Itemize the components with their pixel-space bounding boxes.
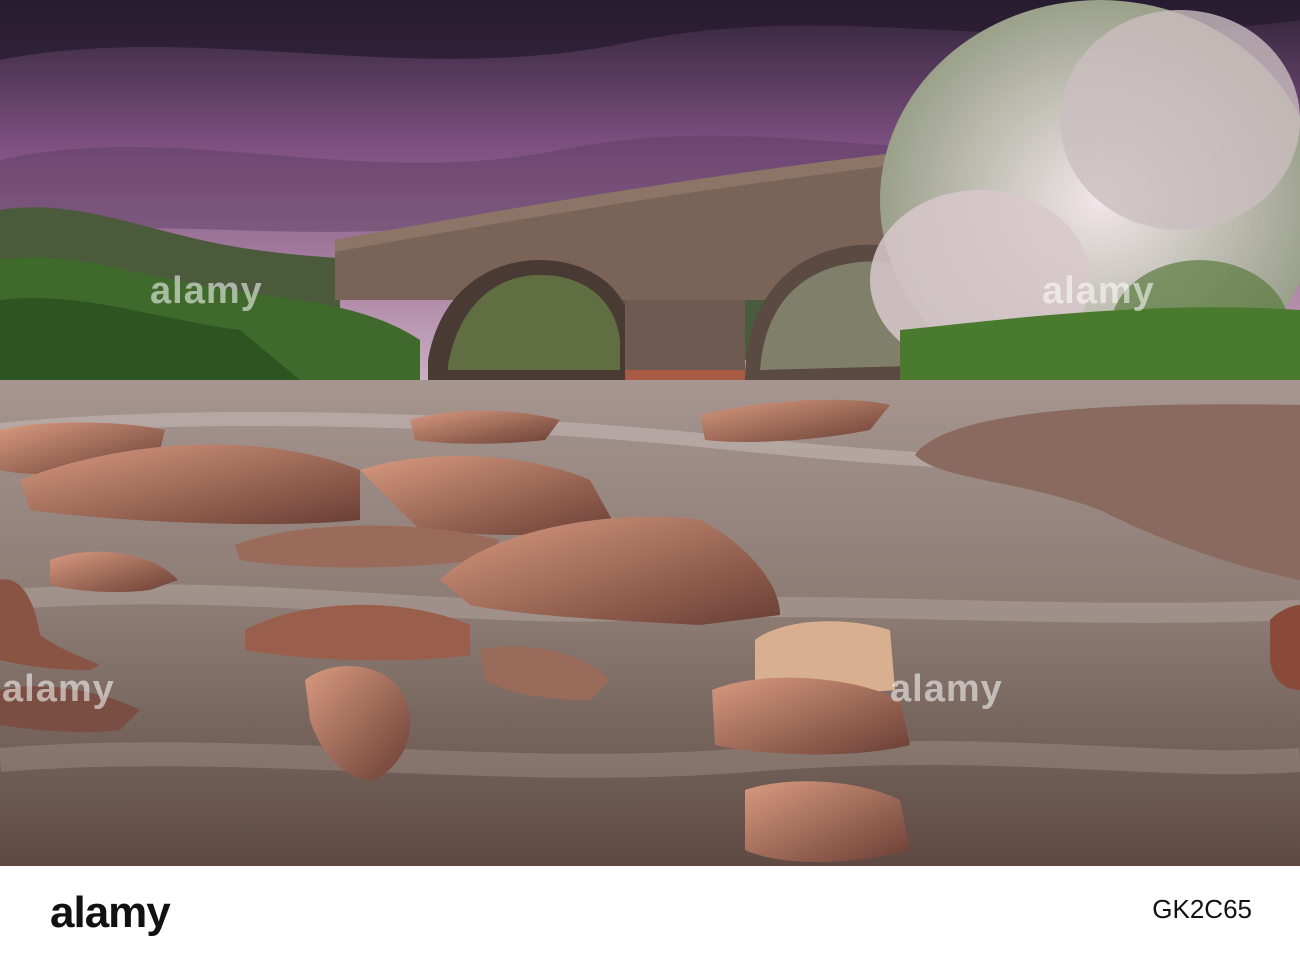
footer-bar: alamy GK2C65 xyxy=(0,866,1300,956)
image-id: GK2C65 xyxy=(1152,894,1252,924)
landscape-scene xyxy=(0,0,1300,866)
water-flow xyxy=(0,740,1300,778)
brand-logo[interactable]: alamy xyxy=(50,888,171,938)
photo: alamy alamy alamy alamy xyxy=(0,0,1300,866)
